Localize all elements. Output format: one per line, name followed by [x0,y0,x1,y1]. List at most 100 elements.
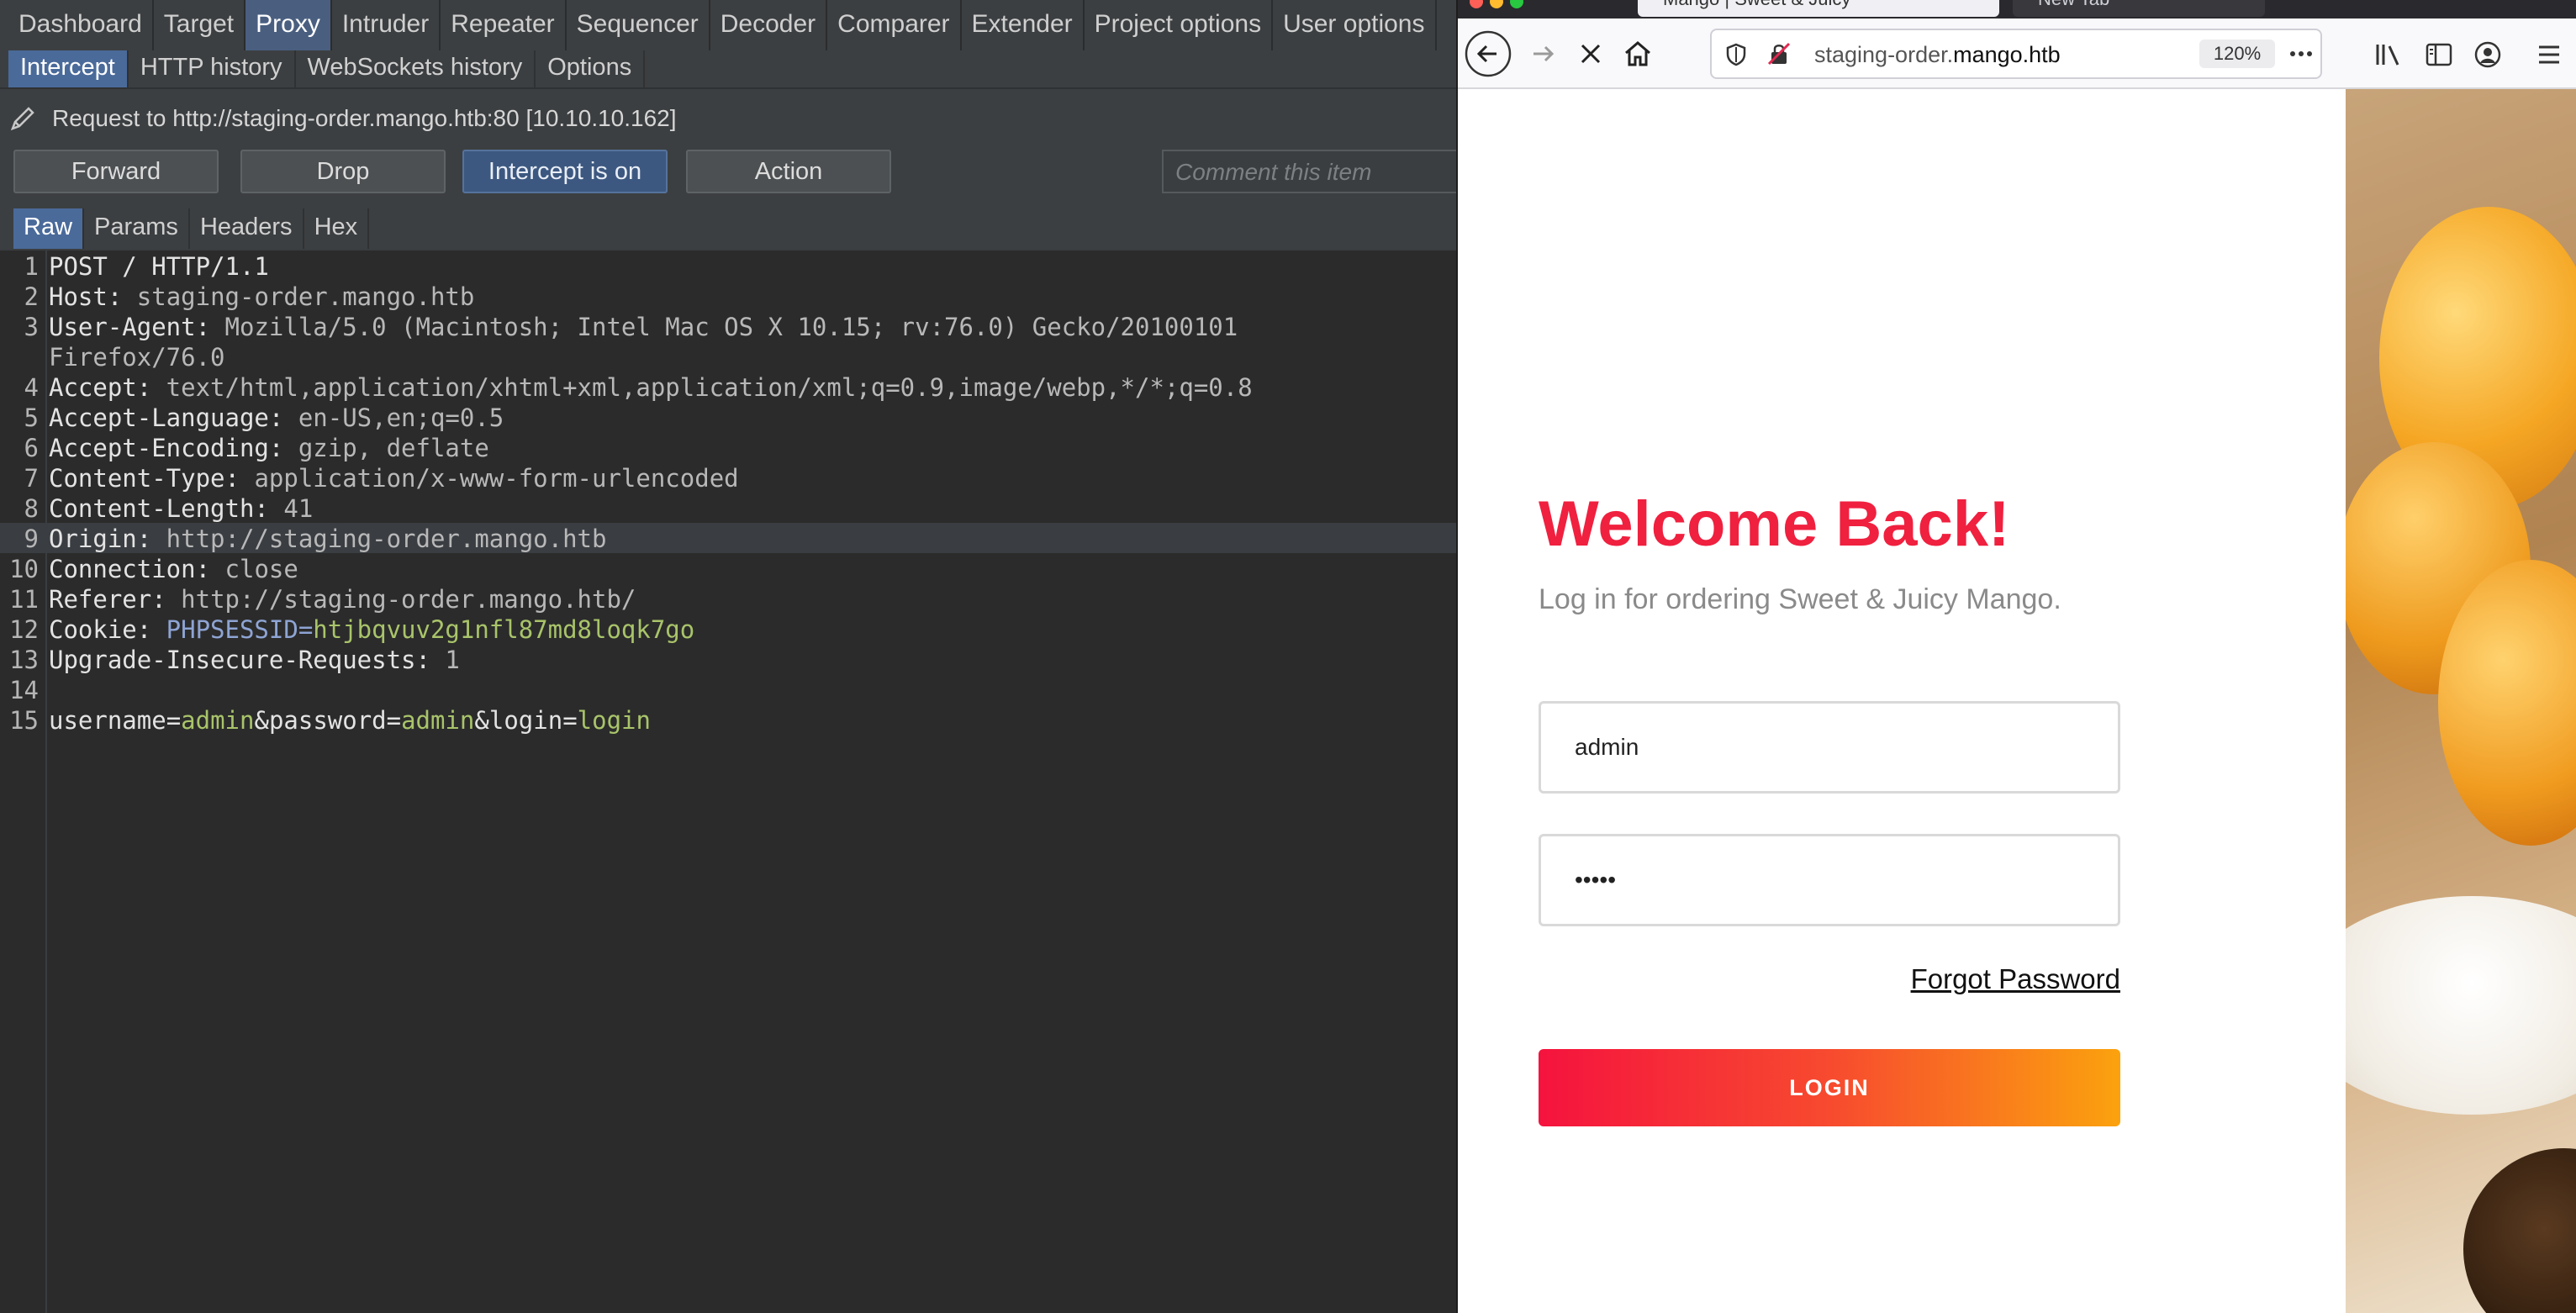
request-line: 1 POST / HTTP/1.1 [0,250,1456,281]
url-subdomain: staging-order. [1814,42,1954,67]
header-name: Content-Length: [49,494,269,523]
forgot-password-link[interactable]: Forgot Password [1898,963,2120,995]
tab-params[interactable]: Params [84,208,190,249]
login-button[interactable]: LOGIN [1539,1049,2120,1126]
tab-headers[interactable]: Headers [190,208,304,249]
pencil-icon[interactable] [8,104,37,133]
zoom-level-badge[interactable]: 120% [2199,40,2275,68]
header-name: Host: [49,282,123,311]
tab-proxy-options[interactable]: Options [536,50,646,87]
tab-http-history[interactable]: HTTP history [129,50,296,87]
param-name: login [488,706,563,735]
request-line: 3 User-Agent: Mozilla/5.0 (Macintosh; In… [0,311,1456,341]
back-button[interactable] [1465,30,1512,77]
request-line: 6 Accept-Encoding: gzip, deflate [0,432,1456,462]
page-title: Welcome Back! [1539,488,2010,560]
line-number: 8 [24,494,39,523]
tab-comparer[interactable]: Comparer [827,0,962,50]
tab-dashboard[interactable]: Dashboard [8,0,154,50]
insecure-lock-icon[interactable] [1766,40,1792,67]
header-value: http://staging-order.mango.htb/ [166,585,636,614]
line-number: 1 [24,252,39,281]
request-line: 11 Referer: http://staging-order.mango.h… [0,583,1456,614]
tab-project-options[interactable]: Project options [1085,0,1274,50]
request-line: 8 Content-Length: 41 [0,493,1456,523]
stop-x-icon [1581,44,1601,64]
line-number: 4 [24,373,39,402]
library-icon[interactable] [2374,42,2404,67]
param-value: admin [401,706,475,735]
address-bar[interactable]: staging-order.mango.htb 120% [1710,29,2322,79]
maximize-window-icon[interactable] [1510,0,1523,8]
password-field[interactable]: ••••• [1539,834,2120,926]
param-separator: = [166,706,182,735]
header-value: text/html,application/xhtml+xml,applicat… [151,373,1253,402]
tab-extender[interactable]: Extender [962,0,1085,50]
header-name: Cookie: [49,615,152,644]
line-number: 3 [24,313,39,341]
tab-proxy[interactable]: Proxy [245,0,332,50]
cookie-value: htjbqvuv2g1nfl87md8loqk7go [313,615,695,644]
line-number: 10 [9,555,39,583]
tab-sequencer[interactable]: Sequencer [567,0,710,50]
home-icon [1625,41,1650,66]
browser-tab-strip: Mango | Sweet & Juicy New Tab [1458,0,2576,18]
request-target-text: Request to http://staging-order.mango.ht… [52,105,677,131]
url-text: staging-order.mango.htb [1814,42,2061,68]
tab-websockets-history[interactable]: WebSockets history [296,50,536,87]
request-line: 13 Upgrade-Insecure-Requests: 1 [0,644,1456,674]
editor-tabs: Raw Params Headers Hex [13,208,370,249]
header-name: Referer: [49,585,166,614]
account-icon[interactable] [2473,40,2502,69]
action-button[interactable]: Action [686,150,891,193]
line-number: 6 [24,434,39,462]
home-button[interactable] [1614,30,1661,77]
close-window-icon[interactable] [1470,0,1483,8]
browser-window: Mango | Sweet & Juicy New Tab staging-or… [1456,0,2576,1313]
page-subtitle: Log in for ordering Sweet & Juicy Mango. [1539,583,2061,615]
intercept-toggle-button[interactable]: Intercept is on [462,150,668,193]
tab-user-options[interactable]: User options [1273,0,1437,50]
browser-tab-active[interactable]: Mango | Sweet & Juicy [1638,0,1999,17]
param-value: admin [181,706,255,735]
browser-toolbar: staging-order.mango.htb 120% [1458,18,2576,89]
forward-nav-button[interactable] [1520,30,1567,77]
minimize-window-icon[interactable] [1490,0,1503,8]
stop-button[interactable] [1567,30,1614,77]
comment-input[interactable]: Comment this item [1162,150,1456,193]
header-value: 41 [268,494,314,523]
line-number: 12 [9,615,39,644]
request-line: 4 Accept: text/html,application/xhtml+xm… [0,372,1456,402]
shield-icon[interactable] [1723,42,1749,67]
tab-intruder[interactable]: Intruder [332,0,441,50]
param-separator: & [254,706,269,735]
header-name: Accept-Encoding: [49,434,284,462]
back-arrow-icon [1465,30,1512,77]
browser-tab-new[interactable]: New Tab [2013,0,2265,17]
url-domain: mango.htb [1953,42,2061,67]
line-number: 5 [24,403,39,432]
line-text: POST / HTTP/1.1 [49,252,269,281]
username-field[interactable]: admin [1539,701,2120,794]
forward-button[interactable]: Forward [13,150,219,193]
drop-button[interactable]: Drop [240,150,446,193]
request-editor[interactable]: 1 POST / HTTP/1.1 2 Host: staging-order.… [0,249,1456,1313]
tab-raw[interactable]: Raw [13,208,85,249]
request-line: 14 [0,674,1456,704]
tab-decoder[interactable]: Decoder [710,0,828,50]
param-name: password [268,706,387,735]
tab-hex[interactable]: Hex [304,208,370,249]
header-value: staging-order.mango.htb [122,282,475,311]
request-target-line: Request to http://staging-order.mango.ht… [8,99,677,138]
tab-repeater[interactable]: Repeater [441,0,567,50]
hamburger-menu-icon[interactable] [2536,42,2563,67]
sidebar-icon[interactable] [2425,42,2453,67]
header-value: en-US,en;q=0.5 [283,403,504,432]
header-name: Content-Type: [49,464,240,493]
cookie-name: PHPSESSID= [151,615,314,644]
line-number: 11 [9,585,39,614]
tab-intercept[interactable]: Intercept [8,50,129,87]
page-actions-icon[interactable] [2288,44,2314,64]
tab-target[interactable]: Target [154,0,246,50]
line-number: 2 [24,282,39,311]
